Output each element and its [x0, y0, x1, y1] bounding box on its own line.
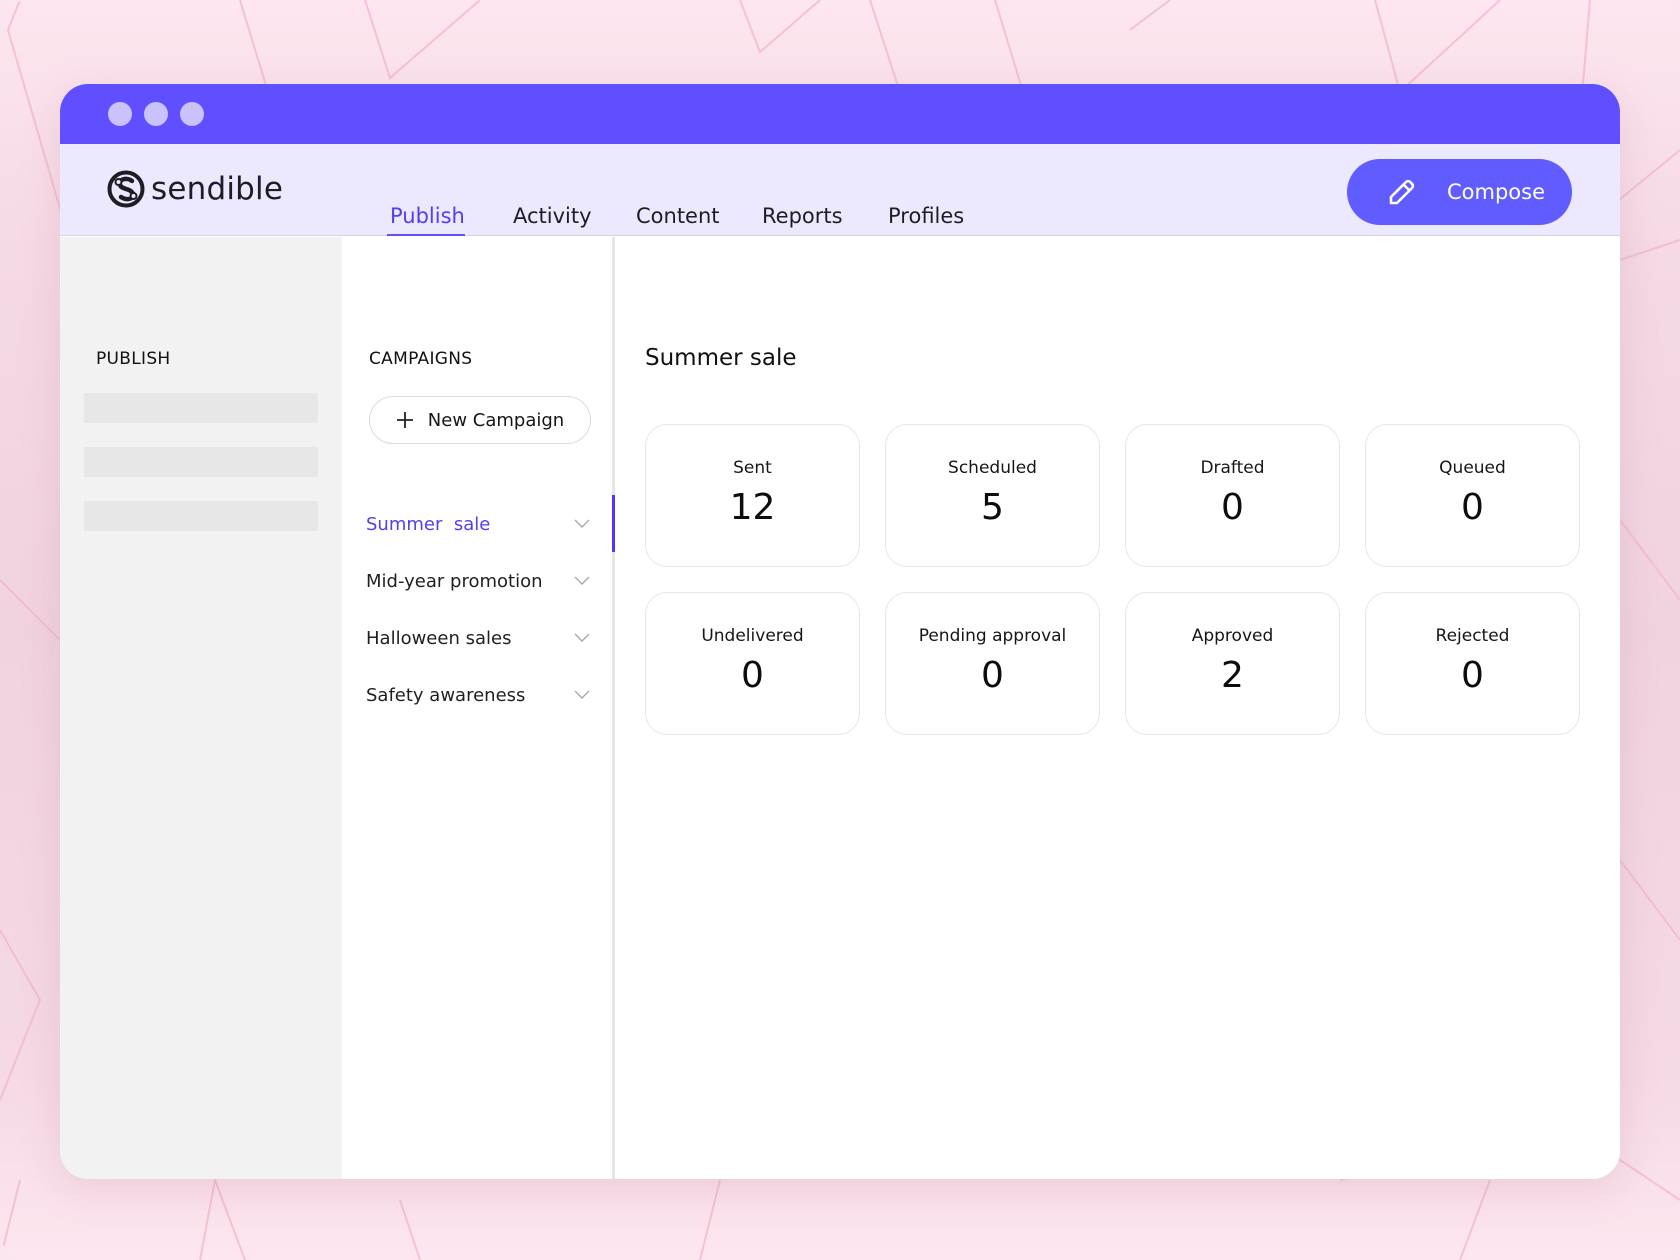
campaign-title: Summer sale	[645, 345, 797, 371]
stat-label: Undelivered	[701, 626, 804, 646]
stat-value: 0	[981, 655, 1004, 696]
pencil-icon	[1389, 179, 1415, 205]
stat-value: 0	[1461, 655, 1484, 696]
stat-label: Drafted	[1200, 458, 1265, 478]
campaigns-panel: CAMPAIGNS New Campaign Summer sale Mid-y…	[342, 237, 615, 1179]
stat-value: 0	[741, 655, 764, 696]
stat-label: Approved	[1191, 626, 1274, 646]
stat-label: Sent	[733, 458, 772, 478]
campaign-label: Safety awareness	[366, 684, 526, 706]
nav-tab-reports[interactable]: Reports	[762, 204, 843, 228]
plus-icon	[396, 412, 413, 428]
stat-card-drafted[interactable]: Drafted 0	[1125, 424, 1340, 567]
active-tab-underline	[387, 234, 465, 236]
compose-label: Compose	[1447, 180, 1546, 204]
window-control-dot[interactable]	[180, 102, 204, 126]
brand-name: sendible	[151, 171, 284, 207]
chevron-down-icon[interactable]	[574, 519, 590, 529]
window-control-dot[interactable]	[144, 102, 168, 126]
stat-label: Rejected	[1435, 626, 1510, 646]
campaign-detail: Summer sale Sent 12 Scheduled 5 Drafted …	[615, 237, 1620, 1179]
app-window: sendible Publish Activity Content Report…	[60, 84, 1620, 1179]
stat-value: 2	[1221, 655, 1244, 696]
stat-value: 0	[1461, 487, 1484, 528]
new-campaign-button[interactable]: New Campaign	[369, 396, 591, 444]
sidebar-placeholder-item	[84, 393, 318, 423]
new-campaign-label: New Campaign	[427, 409, 565, 431]
campaign-item-mid-year-promotion[interactable]: Mid-year promotion	[366, 561, 590, 601]
stat-card-scheduled[interactable]: Scheduled 5	[885, 424, 1100, 567]
nav-tab-profiles[interactable]: Profiles	[888, 204, 964, 228]
nav-tab-activity[interactable]: Activity	[513, 204, 592, 228]
sidebar-placeholder-item	[84, 447, 318, 477]
stat-value: 5	[981, 487, 1004, 528]
campaign-item-summer-sale[interactable]: Summer sale	[366, 504, 590, 544]
brand-logo[interactable]: sendible	[107, 170, 283, 208]
sendible-logo-icon	[107, 170, 145, 208]
campaign-label: Summer sale	[366, 513, 491, 535]
stat-card-sent[interactable]: Sent 12	[645, 424, 860, 567]
stat-label: Pending approval	[918, 626, 1067, 646]
publish-sidebar: PUBLISH	[60, 237, 342, 1179]
stat-card-pending-approval[interactable]: Pending approval 0	[885, 592, 1100, 735]
stat-card-rejected[interactable]: Rejected 0	[1365, 592, 1580, 735]
window-control-dot[interactable]	[108, 102, 132, 126]
campaign-item-halloween-sales[interactable]: Halloween sales	[366, 618, 590, 658]
sidebar-title: PUBLISH	[96, 349, 171, 369]
stat-value: 0	[1221, 487, 1244, 528]
campaign-item-safety-awareness[interactable]: Safety awareness	[366, 675, 590, 715]
stat-label: Queued	[1439, 458, 1506, 478]
stat-card-approved[interactable]: Approved 2	[1125, 592, 1340, 735]
nav-tab-publish[interactable]: Publish	[390, 204, 465, 228]
stat-label: Scheduled	[948, 458, 1037, 478]
chevron-down-icon[interactable]	[574, 576, 590, 586]
chevron-down-icon[interactable]	[574, 690, 590, 700]
stat-card-undelivered[interactable]: Undelivered 0	[645, 592, 860, 735]
chevron-down-icon[interactable]	[574, 633, 590, 643]
window-titlebar	[60, 84, 1620, 144]
campaign-label: Mid-year promotion	[366, 570, 543, 592]
campaign-label: Halloween sales	[366, 627, 512, 649]
stat-value: 12	[729, 487, 776, 528]
sidebar-placeholder-item	[84, 501, 318, 531]
nav-tab-content[interactable]: Content	[636, 204, 720, 228]
campaigns-title: CAMPAIGNS	[369, 349, 473, 369]
stat-card-queued[interactable]: Queued 0	[1365, 424, 1580, 567]
compose-button[interactable]: Compose	[1347, 159, 1572, 225]
